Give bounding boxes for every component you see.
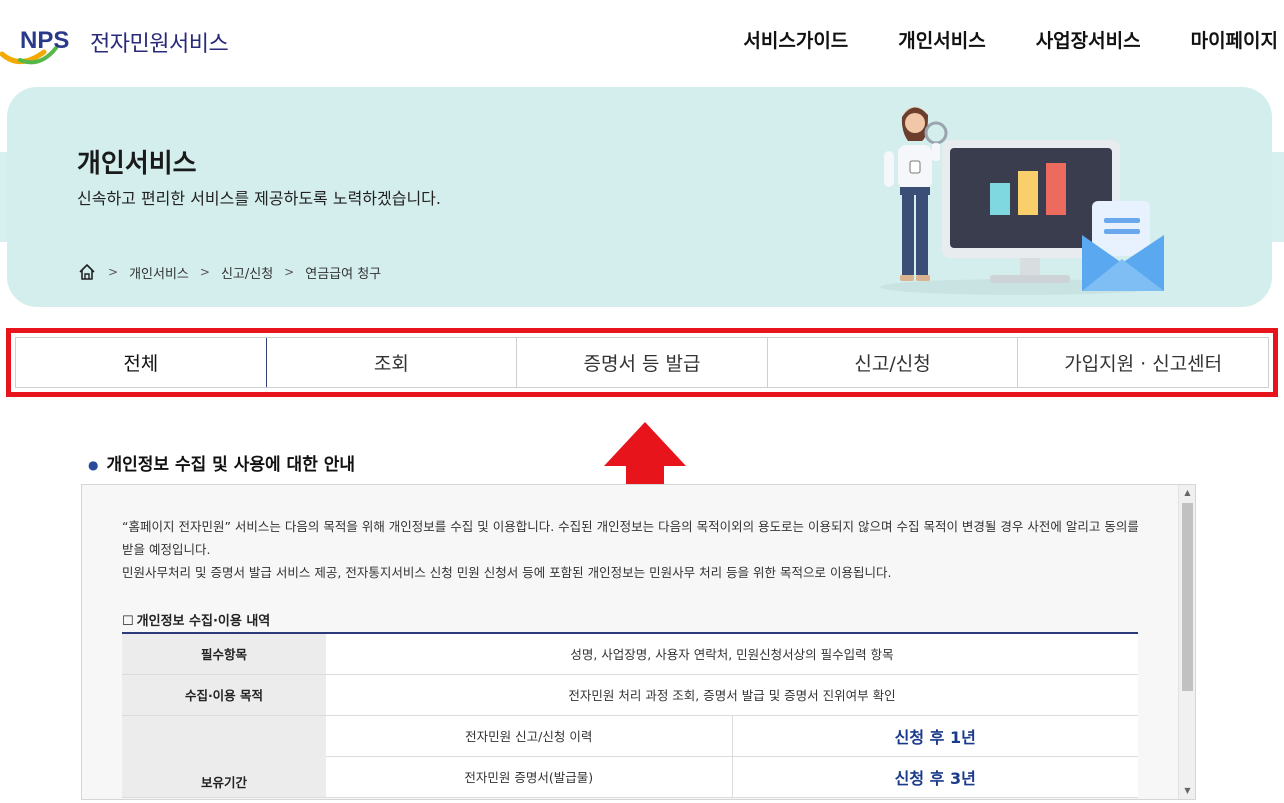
breadcrumb: > 개인서비스 > 신고/신청 > 연금급여 청구 [77, 262, 381, 282]
table-row: 수집·이용 목적 전자민원 처리 과정 조회, 증명서 발급 및 증명서 진위여… [122, 674, 1138, 716]
scroll-down-arrow-icon[interactable]: ▼ [1179, 783, 1195, 799]
breadcrumb-item[interactable]: 신고/신청 [221, 263, 273, 282]
tab-certificate-issue[interactable]: 증명서 등 발급 [517, 338, 768, 387]
table-cell: 전자민원 처리 과정 조회, 증명서 발급 및 증명서 진위여부 확인 [326, 674, 1138, 716]
checkbox-square-icon: ☐ [122, 614, 134, 629]
tab-support-center[interactable]: 가입지원 · 신고센터 [1018, 338, 1268, 387]
tab-all[interactable]: 전체 [16, 338, 267, 387]
table-header-cell: 수집·이용 목적 [122, 674, 326, 716]
nps-logo-mark: NPS [0, 27, 69, 65]
tab-inquiry[interactable]: 조회 [267, 338, 518, 387]
home-icon[interactable] [77, 262, 97, 282]
table-row: 보유기간 전자민원 신고/신청 이력 신청 후 1년 [122, 715, 1138, 798]
table-cell: 전자민원 신고/신청 이력 [326, 715, 732, 757]
scroll-up-arrow-icon[interactable]: ▲ [1179, 485, 1195, 501]
table-cell: 성명, 사업장명, 사용자 연락처, 민원신청서상의 필수입력 항목 [326, 633, 1138, 675]
privacy-notice-box: “홈페이지 전자민원” 서비스는 다음의 목적을 위해 개인정보를 수집 및 이… [81, 484, 1196, 800]
table-row: 필수항목 성명, 사업장명, 사용자 연락처, 민원신청서상의 필수입력 항목 [122, 633, 1138, 675]
vertical-scrollbar[interactable]: ▲ ▼ [1178, 485, 1195, 799]
nav-mypage[interactable]: 마이페이지 [1191, 26, 1278, 53]
bullet-icon: ● [88, 458, 99, 472]
nav-service-guide[interactable]: 서비스가이드 [743, 26, 848, 53]
breadcrumb-item[interactable]: 개인서비스 [129, 263, 189, 282]
global-nav: 서비스가이드 개인서비스 사업장서비스 마이페이지 [693, 26, 1284, 53]
section-title-text: 개인정보 수집 및 사용에 대한 안내 [106, 455, 356, 475]
page-description: 신속하고 편리한 서비스를 제공하도록 노력하겠습니다. [77, 189, 441, 208]
nav-personal-service[interactable]: 개인서비스 [898, 26, 985, 53]
nav-business-service[interactable]: 사업장서비스 [1036, 26, 1141, 53]
subsection-title: ☐ 개인정보 수집·이용 내역 [122, 610, 1140, 629]
notice-paragraph: “홈페이지 전자민원” 서비스는 다음의 목적을 위해 개인정보를 수집 및 이… [122, 519, 1139, 557]
breadcrumb-separator: > [284, 265, 295, 279]
privacy-info-table: 필수항목 성명, 사업장명, 사용자 연락처, 민원신청서상의 필수입력 항목 … [122, 632, 1138, 798]
section-title: ● 개인정보 수집 및 사용에 대한 안내 [88, 450, 355, 475]
retention-period: 신청 후 3년 [731, 756, 1138, 798]
logo-text: 전자민원서비스 [90, 32, 229, 57]
table-header-cell: 보유기간 [122, 715, 326, 798]
page-title: 개인서비스 [77, 149, 197, 179]
site-header: NPS 전자민원서비스 서비스가이드 개인서비스 사업장서비스 마이페이지 [0, 0, 1284, 80]
table-cell: 전자민원 증명서(발급물) [326, 756, 732, 798]
svg-text:NPS: NPS [20, 27, 69, 54]
breadcrumb-item-current[interactable]: 연금급여 청구 [305, 263, 381, 282]
scroll-thumb[interactable] [1182, 503, 1193, 691]
privacy-notice-content: “홈페이지 전자민원” 서비스는 다음의 목적을 위해 개인정보를 수집 및 이… [122, 515, 1140, 798]
retention-period: 신청 후 1년 [731, 715, 1138, 757]
category-tabs: 전체 조회 증명서 등 발급 신고/신청 가입지원 · 신고센터 [15, 337, 1269, 388]
subsection-title-text: 개인정보 수집·이용 내역 [136, 614, 271, 629]
breadcrumb-separator: > [108, 265, 119, 279]
notice-paragraph: 민원사무처리 및 증명서 발급 서비스 제공, 전자통지서비스 신청 민원 신청… [122, 565, 892, 580]
nps-logo[interactable]: NPS 전자민원서비스 [0, 18, 240, 68]
table-header-cell: 필수항목 [122, 633, 326, 675]
banner-illustration [880, 107, 1164, 295]
tab-report-application[interactable]: 신고/신청 [768, 338, 1019, 387]
breadcrumb-separator: > [199, 265, 210, 279]
